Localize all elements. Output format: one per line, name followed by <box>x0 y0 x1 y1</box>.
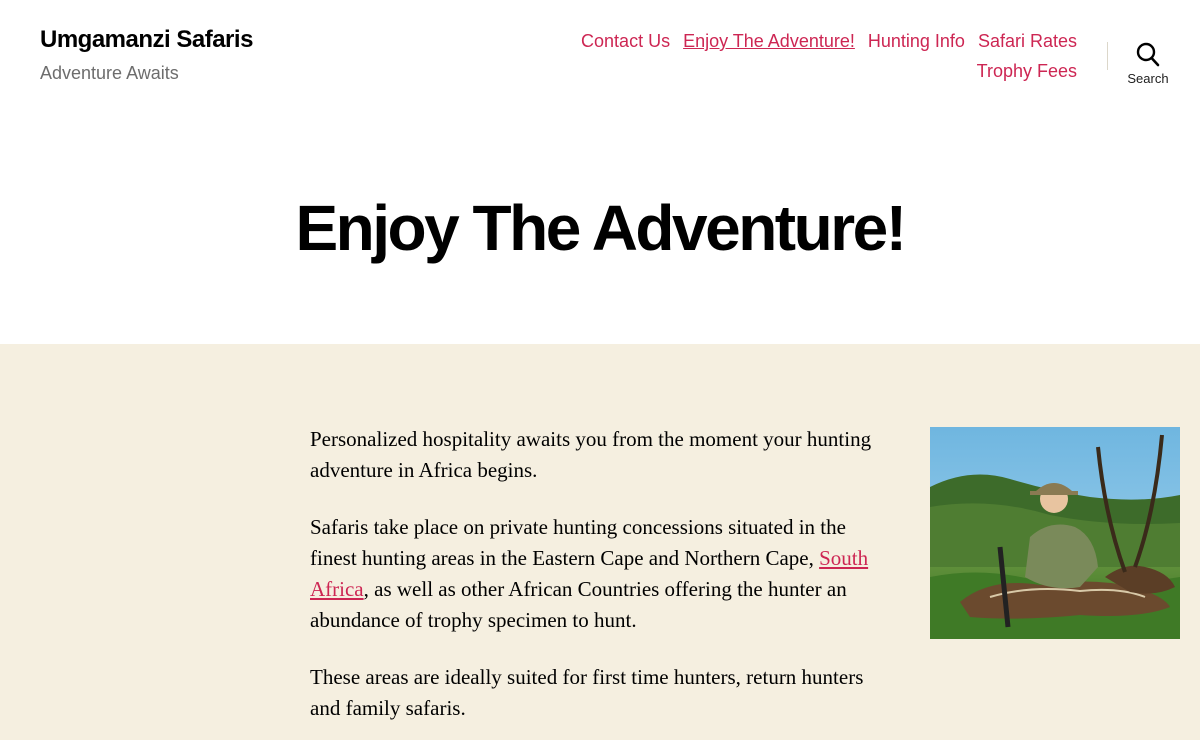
nav-item-contact-us[interactable]: Contact Us <box>581 26 670 56</box>
site-title-link[interactable]: Umgamanzi Safaris <box>40 24 253 56</box>
paragraph-concessions-text-2: , as well as other African Countries off… <box>310 577 847 632</box>
nav-divider <box>1107 42 1108 70</box>
search-toggle-button[interactable]: Search <box>1120 40 1176 94</box>
site-description: Adventure Awaits <box>40 63 179 83</box>
site-header: Umgamanzi Safaris Adventure Awaits Conta… <box>0 0 1200 344</box>
hunter-trophy-photo <box>930 427 1180 639</box>
paragraph-concessions: Safaris take place on private hunting co… <box>310 512 880 636</box>
paragraph-concessions-text-1: Safaris take place on private hunting co… <box>310 515 846 570</box>
page-title: Enjoy The Adventure! <box>295 192 907 264</box>
content-area: Personalized hospitality awaits you from… <box>0 344 1200 740</box>
nav-item-safari-rates[interactable]: Safari Rates <box>978 26 1077 56</box>
nav-item-enjoy-the-adventure[interactable]: Enjoy The Adventure! <box>683 26 855 56</box>
entry-content: Personalized hospitality awaits you from… <box>310 424 880 750</box>
primary-nav: Contact Us Enjoy The Adventure! Hunting In… <box>537 26 1077 86</box>
nav-item-hunting-info[interactable]: Hunting Info <box>868 26 965 56</box>
nav-item-trophy-fees[interactable]: Trophy Fees <box>977 56 1077 86</box>
search-icon <box>1120 42 1176 68</box>
paragraph-hunters: These areas are ideally suited for first… <box>310 665 864 720</box>
search-label: Search <box>1127 71 1169 86</box>
paragraph-intro: Personalized hospitality awaits you from… <box>310 427 872 482</box>
